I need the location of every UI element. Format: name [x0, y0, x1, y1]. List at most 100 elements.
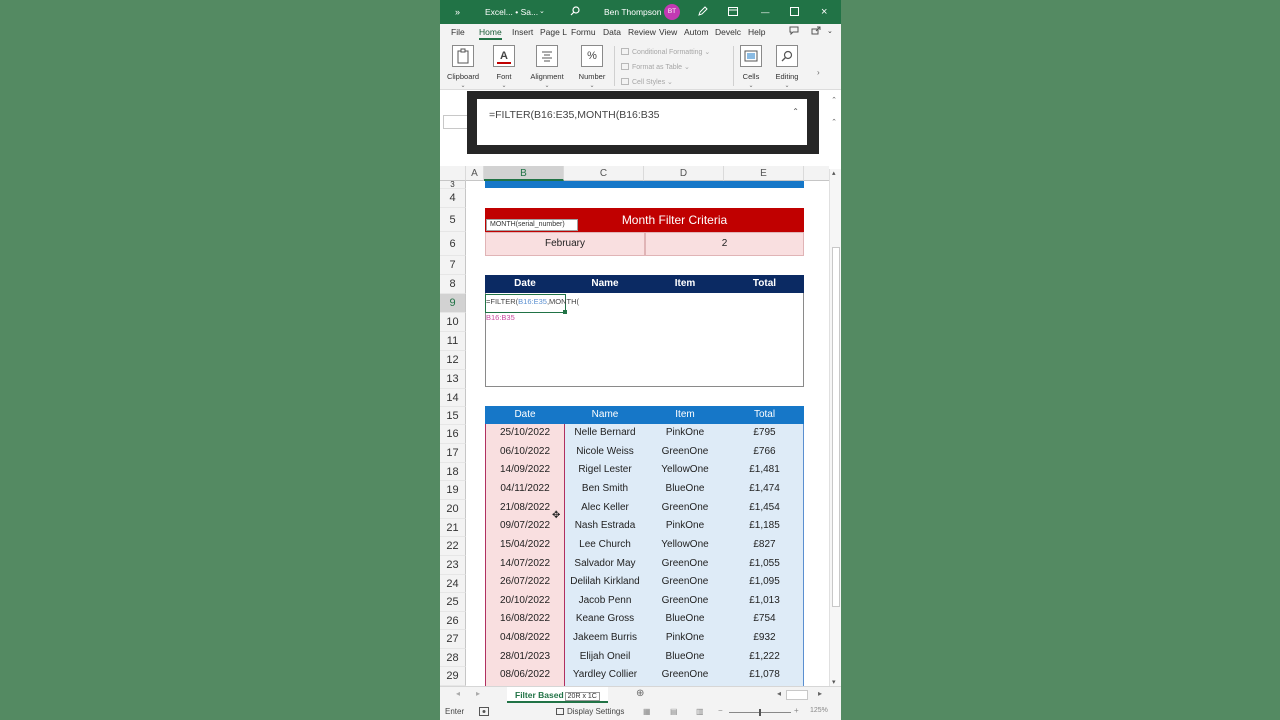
- table-cell[interactable]: £1,013: [725, 594, 804, 608]
- criteria-month-number[interactable]: 2: [645, 232, 804, 256]
- row-header[interactable]: 25: [440, 593, 466, 612]
- editing-group[interactable]: Editing ⌄: [773, 45, 801, 89]
- tab-file[interactable]: File: [451, 27, 465, 37]
- row-header[interactable]: 7: [440, 256, 466, 275]
- close-icon[interactable]: ×: [821, 0, 827, 24]
- format-as-table-button[interactable]: Format as Table ⌄: [621, 63, 690, 71]
- zoom-slider-thumb[interactable]: [759, 709, 761, 716]
- row-header[interactable]: 10: [440, 313, 466, 332]
- table-cell[interactable]: GreenOne: [645, 501, 725, 515]
- table-cell[interactable]: Rigel Lester: [565, 463, 645, 477]
- tab-automate[interactable]: Autom: [684, 27, 709, 37]
- tab-developer[interactable]: Develc: [715, 27, 741, 37]
- table-cell[interactable]: £1,222: [725, 650, 804, 664]
- table-cell[interactable]: 04/08/2022: [485, 631, 565, 645]
- conditional-formatting-button[interactable]: Conditional Formatting ⌄: [621, 48, 710, 56]
- formula-text[interactable]: =FILTER(B16:E35,MONTH(B16:B35: [489, 109, 660, 121]
- criteria-month-name[interactable]: February: [485, 232, 645, 256]
- table-cell[interactable]: BlueOne: [645, 650, 725, 664]
- minimize-icon[interactable]: —: [761, 0, 770, 24]
- row-header[interactable]: 8: [440, 275, 466, 294]
- worksheet-grid[interactable]: A B C D E 3 4 5 6 7 8 9 10 11 12 13 14 1…: [440, 164, 841, 686]
- table-cell[interactable]: YellowOne: [645, 538, 725, 552]
- table-cell[interactable]: 15/04/2022: [485, 538, 565, 552]
- table-cell[interactable]: £754: [725, 612, 804, 626]
- table-cell[interactable]: GreenOne: [645, 668, 725, 682]
- table-cell[interactable]: £766: [725, 445, 804, 459]
- scroll-up-arrow-icon[interactable]: ▴: [832, 169, 836, 177]
- table-cell[interactable]: £1,481: [725, 463, 804, 477]
- table-cell[interactable]: Nash Estrada: [565, 519, 645, 533]
- row-header[interactable]: 29: [440, 667, 466, 686]
- table-cell[interactable]: GreenOne: [645, 557, 725, 571]
- sheet-next-icon[interactable]: ▸: [476, 689, 480, 698]
- pen-icon[interactable]: [698, 0, 708, 24]
- maximize-icon[interactable]: [790, 0, 799, 24]
- column-header-d[interactable]: D: [644, 166, 724, 181]
- in-cell-formula-line2[interactable]: B16:B35: [486, 313, 515, 322]
- table-cell[interactable]: 09/07/2022: [485, 519, 565, 533]
- table-cell[interactable]: Salvador May: [565, 557, 645, 571]
- avatar[interactable]: BT: [664, 4, 680, 20]
- row-header[interactable]: 18: [440, 463, 466, 481]
- search-icon[interactable]: [570, 0, 580, 24]
- row-header[interactable]: 13: [440, 370, 466, 389]
- display-settings-button[interactable]: Display Settings: [556, 707, 624, 716]
- table-cell[interactable]: 14/09/2022: [485, 463, 565, 477]
- table-cell[interactable]: 06/10/2022: [485, 445, 565, 459]
- zoom-in-icon[interactable]: +: [794, 706, 799, 715]
- table-cell[interactable]: PinkOne: [645, 426, 725, 440]
- ribbon-overflow-icon[interactable]: ›: [817, 68, 820, 77]
- tab-review[interactable]: Review: [628, 27, 656, 37]
- tab-view[interactable]: View: [659, 27, 677, 37]
- table-cell[interactable]: £1,078: [725, 668, 804, 682]
- page-break-view-icon[interactable]: ▥: [696, 707, 704, 716]
- row-header[interactable]: 11: [440, 332, 466, 351]
- table-cell[interactable]: 26/07/2022: [485, 575, 565, 589]
- table-cell[interactable]: PinkOne: [645, 631, 725, 645]
- table-cell[interactable]: BlueOne: [645, 612, 725, 626]
- table-cell[interactable]: 14/07/2022: [485, 557, 565, 571]
- tab-page-layout[interactable]: Page L: [540, 27, 567, 37]
- table-cell[interactable]: Nelle Bernard: [565, 426, 645, 440]
- column-header-a[interactable]: A: [466, 166, 484, 181]
- row-header[interactable]: 12: [440, 351, 466, 370]
- table-cell[interactable]: £795: [725, 426, 804, 440]
- sheet-prev-icon[interactable]: ◂: [456, 689, 460, 698]
- zoom-out-icon[interactable]: −: [718, 706, 723, 715]
- expand-formula-icon[interactable]: ⌃: [829, 118, 839, 130]
- table-cell[interactable]: Lee Church: [565, 538, 645, 552]
- table-cell[interactable]: PinkOne: [645, 519, 725, 533]
- cells-group[interactable]: Cells ⌄: [739, 45, 763, 89]
- table-cell[interactable]: £1,185: [725, 519, 804, 533]
- column-header-f[interactable]: [804, 166, 829, 181]
- row-header[interactable]: 24: [440, 575, 466, 593]
- table-cell[interactable]: Ben Smith: [565, 482, 645, 496]
- title-chevron-icon[interactable]: ⌄: [539, 0, 545, 24]
- horizontal-scroll-thumb[interactable]: [786, 690, 808, 700]
- scroll-thumb[interactable]: [832, 247, 840, 607]
- macro-record-icon[interactable]: [479, 707, 489, 718]
- table-cell[interactable]: GreenOne: [645, 575, 725, 589]
- row-header[interactable]: 22: [440, 537, 466, 556]
- table-cell[interactable]: Elijah Oneil: [565, 650, 645, 664]
- table-cell[interactable]: BlueOne: [645, 482, 725, 496]
- row-header[interactable]: 4: [440, 189, 466, 208]
- table-cell[interactable]: 08/06/2022: [485, 668, 565, 682]
- table-cell[interactable]: Yardley Collier: [565, 668, 645, 682]
- table-cell[interactable]: £1,055: [725, 557, 804, 571]
- table-cell[interactable]: 20/10/2022: [485, 594, 565, 608]
- comments-icon[interactable]: [789, 26, 799, 37]
- row-header[interactable]: 26: [440, 612, 466, 630]
- normal-view-icon[interactable]: ▦: [643, 707, 651, 716]
- formula-bar[interactable]: =FILTER(B16:E35,MONTH(B16:B35 ⌃: [477, 99, 807, 145]
- alignment-group[interactable]: Alignment ⌄: [527, 45, 567, 89]
- table-cell[interactable]: GreenOne: [645, 594, 725, 608]
- table-cell[interactable]: Alec Keller: [565, 501, 645, 515]
- row-header[interactable]: 9: [440, 294, 466, 313]
- share-icon[interactable]: [811, 26, 821, 37]
- table-cell[interactable]: 28/01/2023: [485, 650, 565, 664]
- tab-help[interactable]: Help: [748, 27, 765, 37]
- page-layout-view-icon[interactable]: ▤: [670, 707, 678, 716]
- table-cell[interactable]: GreenOne: [645, 445, 725, 459]
